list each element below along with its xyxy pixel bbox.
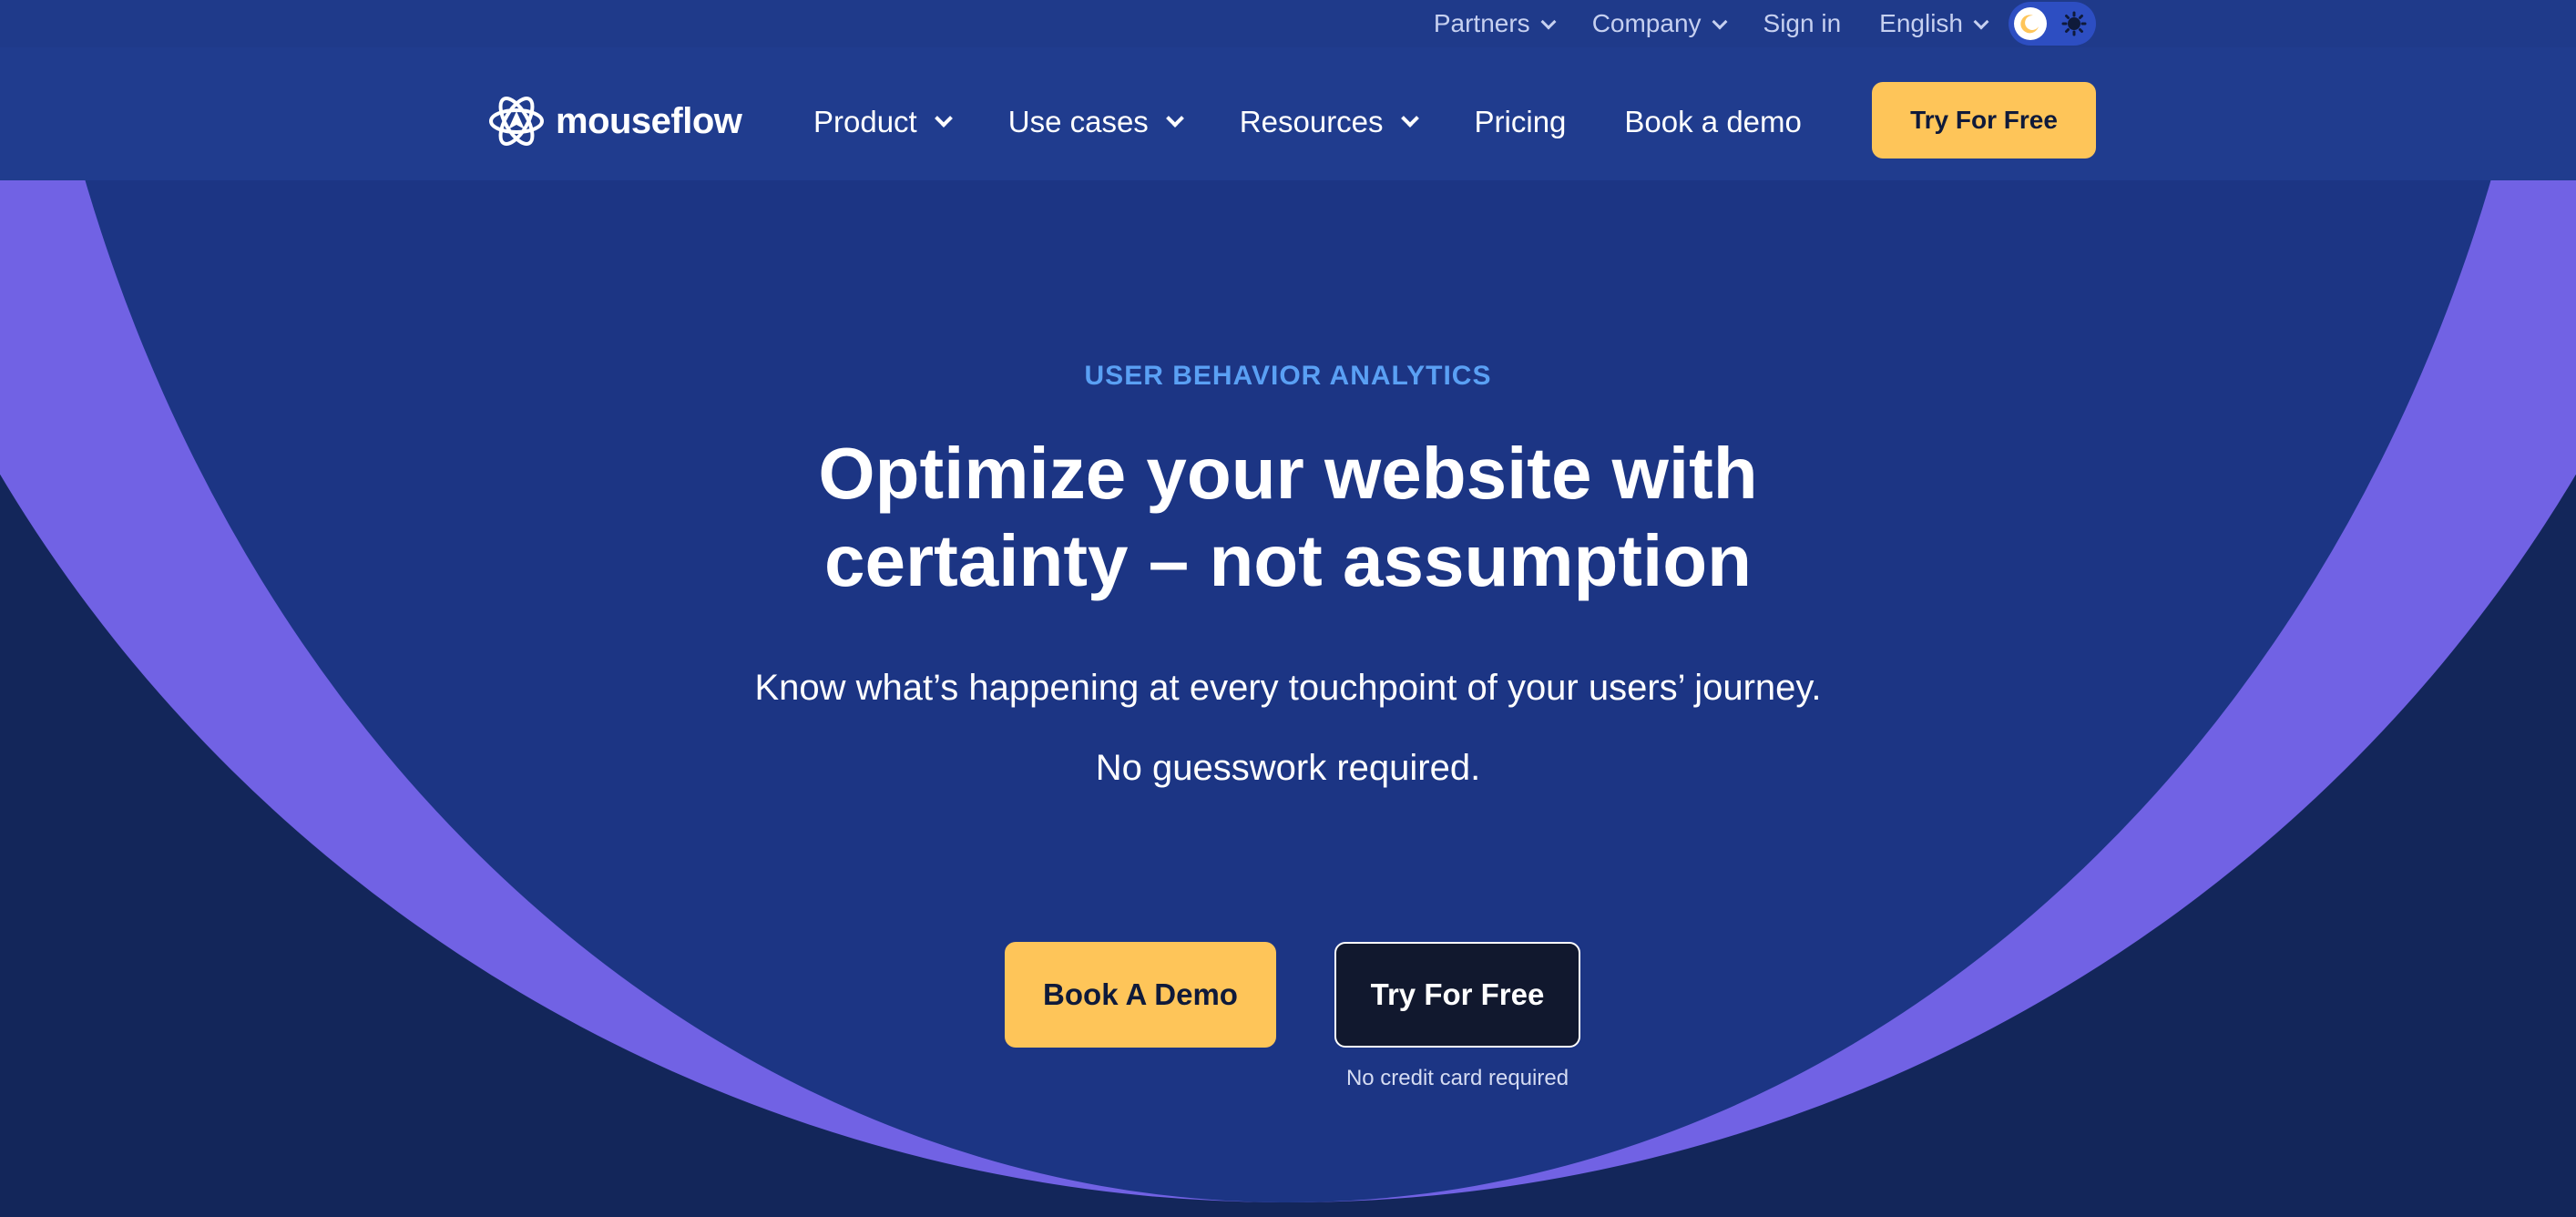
hero-eyebrow: USER BEHAVIOR ANALYTICS [1084, 361, 1492, 391]
nav-use-cases[interactable]: Use cases [1007, 105, 1184, 139]
partners-menu[interactable]: Partners [1433, 9, 1557, 38]
chevron-down-icon [1165, 109, 1184, 128]
company-menu[interactable]: Company [1591, 9, 1728, 38]
chevron-down-icon [1973, 14, 1989, 30]
hero-title: Optimize your website with certainty – n… [638, 430, 1938, 605]
nav-product[interactable]: Product [813, 105, 953, 139]
nav-pricing-label: Pricing [1474, 105, 1567, 138]
hero-subtitle: Know what’s happening at every touchpoin… [754, 668, 1822, 708]
main-navigation: mouseflow Product Use cases Resources Pr… [0, 47, 2576, 180]
partners-label: Partners [1433, 9, 1530, 37]
sign-in-label: Sign in [1763, 9, 1842, 37]
nav-resources[interactable]: Resources [1239, 105, 1419, 139]
mouseflow-logo-icon [489, 97, 544, 146]
logo-text: mouseflow [556, 100, 742, 141]
language-label: English [1879, 9, 1963, 37]
chevron-down-icon [1712, 14, 1728, 30]
utility-bar: Partners Company Sign in English [0, 0, 2576, 47]
try-for-free-nav-button[interactable]: Try For Free [1872, 82, 2096, 159]
no-credit-card-note: No credit card required [1345, 1066, 1569, 1090]
nav-links: Product Use cases Resources Pricing Book… [813, 95, 1860, 149]
company-label: Company [1591, 9, 1702, 37]
sign-in-link[interactable]: Sign in [1763, 9, 1842, 38]
chevron-down-icon [1400, 109, 1419, 128]
nav-use-cases-label: Use cases [1007, 105, 1149, 138]
nav-resources-label: Resources [1239, 105, 1384, 138]
sun-icon [2061, 11, 2087, 36]
hero-title-line-2: certainty – not assumption [824, 520, 1752, 601]
hero-background [0, 0, 2576, 1217]
moon-icon [2020, 15, 2039, 34]
hero-subtitle-secondary: No guesswork required. [1095, 748, 1481, 788]
nav-book-demo[interactable]: Book a demo [1624, 105, 1801, 139]
nav-product-label: Product [813, 105, 917, 138]
hero-title-line-1: Optimize your website with [818, 433, 1758, 514]
mouseflow-logo[interactable]: mouseflow [488, 93, 742, 149]
book-a-demo-button[interactable]: Book A Demo [1005, 942, 1276, 1048]
try-for-free-hero-button[interactable]: Try For Free [1334, 942, 1580, 1048]
language-selector[interactable]: English [1879, 9, 1989, 38]
nav-pricing[interactable]: Pricing [1475, 105, 1567, 139]
chevron-down-icon [934, 109, 953, 128]
theme-toggle[interactable] [2009, 2, 2096, 46]
nav-book-demo-label: Book a demo [1624, 105, 1802, 138]
chevron-down-icon [1540, 14, 1557, 30]
